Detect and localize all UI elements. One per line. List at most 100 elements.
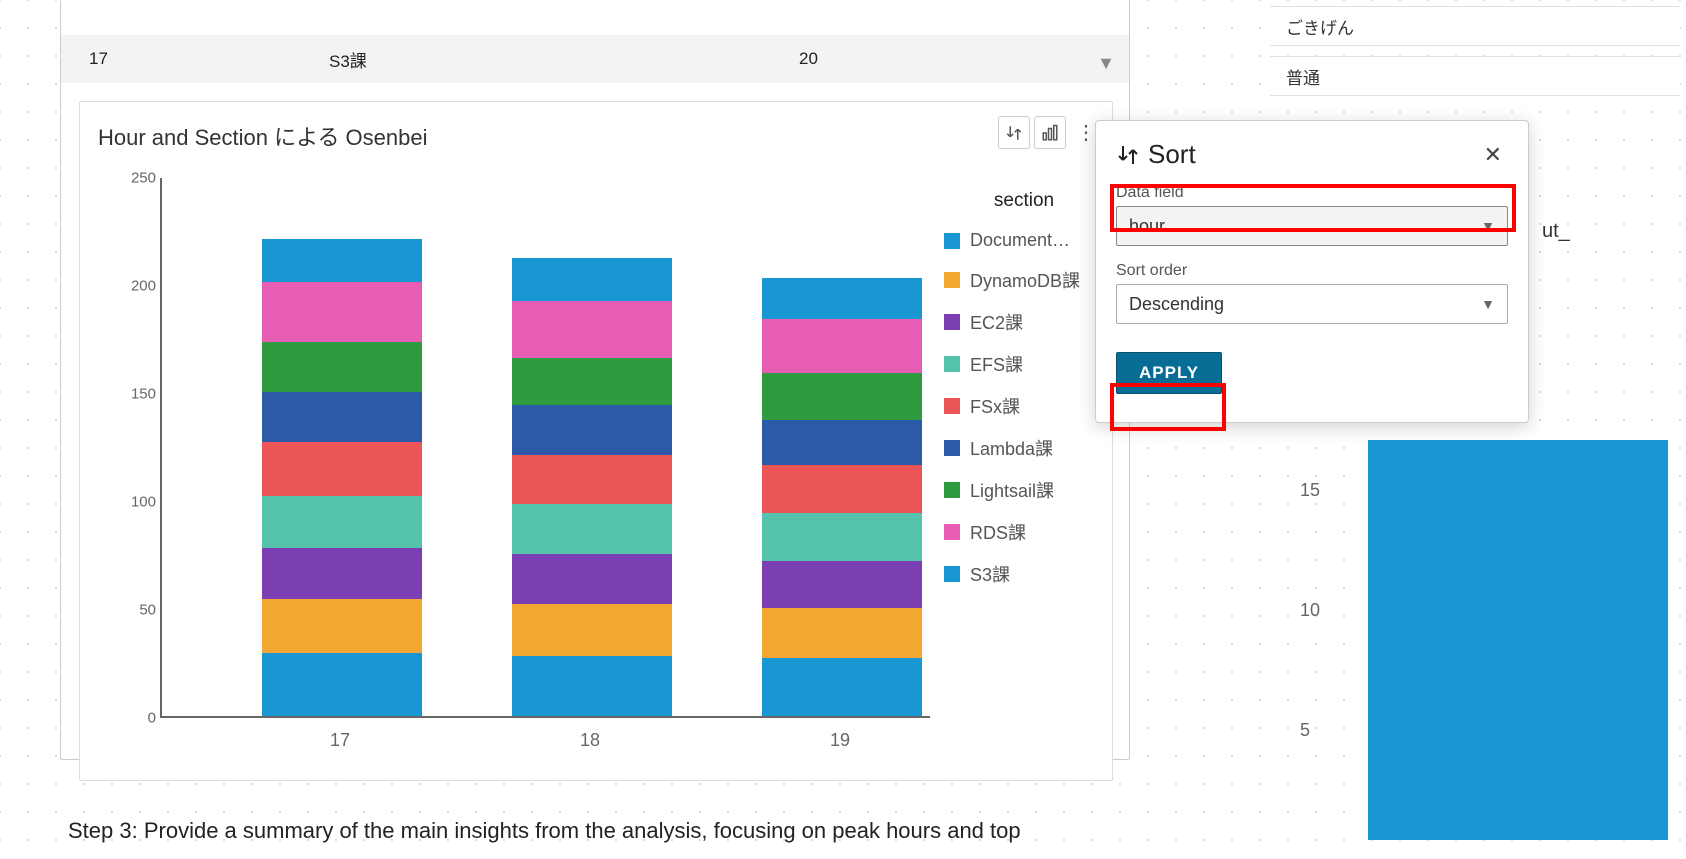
scroll-down-icon[interactable]: ▼ (1097, 53, 1115, 74)
y-tick-label: 10 (1300, 600, 1320, 621)
bar-segment (262, 496, 422, 548)
legend-label: FSx課 (970, 393, 1020, 419)
chart-type-button[interactable] (1034, 116, 1066, 149)
apply-button[interactable]: APPLY (1116, 352, 1222, 394)
legend-label: EC2課 (970, 309, 1023, 335)
bar-segment (262, 342, 422, 392)
stacked-bar[interactable] (762, 278, 922, 716)
bar-segment (762, 513, 922, 561)
bar-segment (762, 319, 922, 373)
chart-toolbar: ⋮ (998, 116, 1100, 149)
legend-label: S3課 (970, 561, 1010, 587)
stacked-bar[interactable] (262, 239, 422, 716)
stacked-bar[interactable] (512, 258, 672, 716)
bar-segment (262, 599, 422, 653)
apply-button-label: APPLY (1139, 363, 1199, 382)
bar-segment (762, 608, 922, 658)
x-tick-label: 19 (760, 730, 920, 751)
secondary-chart: 15 10 5 (1300, 440, 1680, 840)
sort-order-value: Descending (1129, 294, 1224, 315)
step-description: Step 3: Provide a summary of the main in… (68, 818, 1021, 844)
bar-segment (512, 656, 672, 716)
legend-swatch (944, 440, 960, 456)
legend-item[interactable]: FSx課 (944, 393, 1104, 419)
close-icon[interactable]: ✕ (1478, 140, 1508, 170)
table-row[interactable]: 17 EC2課 20 (61, 0, 1129, 3)
data-field-value: hour (1129, 216, 1165, 237)
legend-item[interactable]: DynamoDB課 (944, 267, 1104, 293)
main-visual-card: 17 EC2課 20 17 S3課 20 ▼ Hour and Section … (60, 0, 1130, 760)
sort-order-label: Sort order (1116, 262, 1508, 280)
sort-popover-title: Sort (1116, 139, 1196, 170)
bar-segment (762, 465, 922, 513)
legend-label: Lightsail課 (970, 477, 1054, 503)
y-tick-label: 200 (106, 278, 156, 295)
y-tick-label: 5 (1300, 720, 1310, 741)
filter-option-label: 普通 (1286, 64, 1320, 89)
y-tick-label: 0 (106, 710, 156, 727)
chart-legend: section Document…DynamoDB課EC2課EFS課FSx課La… (944, 190, 1104, 603)
legend-item[interactable]: Lambda課 (944, 435, 1104, 461)
legend-label: Lambda課 (970, 435, 1053, 461)
chevron-down-icon: ▼ (1481, 218, 1495, 234)
x-tick-label: 17 (260, 730, 420, 751)
legend-item[interactable]: RDS課 (944, 519, 1104, 545)
bar-segment (512, 405, 672, 455)
x-tick-label: 18 (510, 730, 670, 751)
data-field-label: Data field (1116, 184, 1508, 202)
bar-segment (262, 442, 422, 496)
bar-segment (1368, 440, 1668, 840)
data-table: 17 EC2課 20 17 S3課 20 ▼ (61, 0, 1129, 83)
legend-swatch (944, 524, 960, 540)
legend-swatch (944, 233, 960, 249)
cell-count: 20 (799, 49, 999, 69)
y-tick-label: 100 (106, 494, 156, 511)
sort-button[interactable] (998, 116, 1030, 149)
cell-hour: 17 (89, 49, 329, 69)
truncated-label: ut_ (1542, 220, 1570, 243)
bar-segment (512, 455, 672, 505)
legend-item[interactable]: Lightsail課 (944, 477, 1104, 503)
legend-label: EFS課 (970, 351, 1023, 377)
legend-item[interactable]: Document… (944, 230, 1104, 251)
sort-icon (1116, 143, 1140, 167)
kebab-icon: ⋮ (1076, 120, 1094, 145)
chart-plot: 050100150200250 171819 (160, 178, 930, 748)
sort-order-select[interactable]: Descending ▼ (1116, 284, 1508, 324)
sort-title-text: Sort (1148, 139, 1196, 170)
data-field-select[interactable]: hour ▼ (1116, 206, 1508, 246)
bar-segment (762, 658, 922, 716)
legend-label: RDS課 (970, 519, 1026, 545)
table-row[interactable]: 17 S3課 20 (61, 35, 1129, 83)
filter-option[interactable]: 普通 (1270, 56, 1680, 96)
legend-swatch (944, 272, 960, 288)
legend-item[interactable]: S3課 (944, 561, 1104, 587)
plot-area (160, 178, 930, 718)
legend-swatch (944, 398, 960, 414)
chart-card: Hour and Section による Osenbei ⋮ 050100150… (79, 101, 1113, 781)
bar-segment (262, 282, 422, 342)
legend-item[interactable]: EFS課 (944, 351, 1104, 377)
bar-segment (512, 301, 672, 357)
bar-segment (512, 258, 672, 301)
y-tick-label: 150 (106, 386, 156, 403)
legend-label: Document… (970, 230, 1070, 251)
sort-icon (1005, 124, 1023, 142)
y-axis: 050100150200250 (106, 178, 156, 728)
legend-item[interactable]: EC2課 (944, 309, 1104, 335)
chevron-down-icon: ▼ (1481, 296, 1495, 312)
bar-segment (262, 239, 422, 282)
y-tick-label: 250 (106, 170, 156, 187)
y-tick-label: 15 (1300, 480, 1320, 501)
legend-swatch (944, 356, 960, 372)
cell-section: S3課 (329, 47, 799, 72)
bar-segment (512, 604, 672, 656)
bar-segment (762, 373, 922, 421)
sort-popover: Sort ✕ Data field hour ▼ Sort order Desc… (1095, 120, 1529, 423)
bar-chart-icon (1041, 124, 1059, 142)
y-tick-label: 50 (106, 602, 156, 619)
filter-option[interactable]: ごきげん (1270, 6, 1680, 46)
legend-swatch (944, 314, 960, 330)
bar-segment (762, 278, 922, 319)
bar-segment (512, 504, 672, 554)
